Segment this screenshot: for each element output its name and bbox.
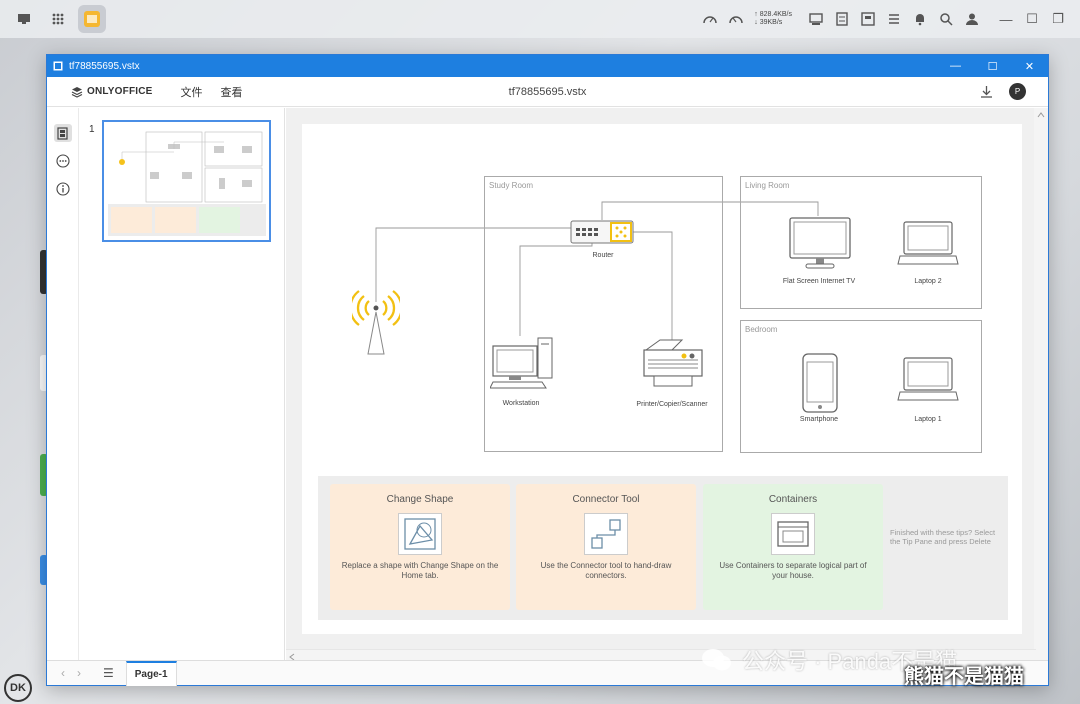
printer-label: Printer/Copier/Scanner: [636, 401, 708, 408]
network-speed: ↑ 828.4KB/s ↓ 39KB/s: [754, 11, 792, 27]
diagram-page[interactable]: Study Room Living Room Bedroom Router Wo…: [302, 124, 1022, 634]
left-toolbar: [47, 108, 79, 662]
ram-gauge-icon[interactable]: [728, 11, 744, 27]
download-speed: ↓ 39KB/s: [754, 19, 783, 26]
corner-logo: DK: [4, 674, 32, 702]
desktop-show-icon[interactable]: [10, 5, 38, 33]
window-titlebar: tf78855695.vstx — ☐ ✕: [47, 55, 1048, 77]
logo-icon: [71, 86, 83, 98]
scroll-up-arrow[interactable]: [1034, 108, 1048, 122]
router-icon[interactable]: [570, 219, 636, 247]
window-app-icon: [53, 61, 63, 71]
laptop-1-label: Laptop 1: [914, 416, 942, 423]
container-study-room[interactable]: Study Room: [484, 176, 723, 452]
laptop-2-label: Laptop 2: [914, 278, 942, 285]
onlyoffice-logo: ONLYOFFICE: [71, 86, 153, 98]
desktop-taskbar: ↑ 828.4KB/s ↓ 39KB/s — ☐ ❐: [0, 0, 1080, 38]
cpu-gauge-icon[interactable]: [702, 11, 718, 27]
onlyoffice-window: tf78855695.vstx — ☐ ✕ ONLYOFFICE 文件 查看 t…: [46, 54, 1049, 686]
tip-pane-hint: Finished with these tips? Select the Tip…: [890, 528, 996, 546]
logo-text: ONLYOFFICE: [87, 86, 153, 97]
tip-connector-tool[interactable]: Connector Tool Use the Connector tool to…: [516, 484, 696, 610]
laptop-2-icon[interactable]: [896, 220, 960, 272]
desktop-minimize-icon[interactable]: —: [998, 11, 1014, 27]
router-label: Router: [592, 252, 614, 259]
tip-title: Containers: [768, 494, 818, 505]
bell-icon[interactable]: [912, 11, 928, 27]
prev-page-icon[interactable]: ‹: [61, 666, 65, 680]
window-maximize-button[interactable]: ☐: [974, 55, 1011, 77]
menu-file[interactable]: 文件: [181, 84, 203, 100]
tip-title: Connector Tool: [572, 494, 640, 505]
page-list-icon[interactable]: ☰: [103, 666, 114, 680]
smartphone-label: Smartphone: [799, 416, 839, 423]
app-grid-icon[interactable]: [44, 5, 72, 33]
menu-view[interactable]: 查看: [221, 84, 243, 100]
tip-title: Change Shape: [386, 494, 454, 505]
page-tab[interactable]: Page-1: [125, 660, 177, 686]
desktop-restore-icon[interactable]: ☐: [1024, 11, 1040, 27]
wechat-icon: [702, 649, 731, 671]
search-icon[interactable]: [938, 11, 954, 27]
user-icon[interactable]: [964, 11, 980, 27]
smartphone-icon[interactable]: [800, 352, 840, 416]
laptop-1-icon[interactable]: [896, 356, 960, 408]
window-title: tf78855695.vstx: [69, 60, 140, 72]
avatar[interactable]: P: [1009, 83, 1026, 100]
thumbnail-preview: [108, 131, 266, 236]
comments-icon[interactable]: [54, 152, 72, 170]
window-close-button[interactable]: ✕: [1011, 55, 1048, 77]
wifi-antenna-icon[interactable]: [352, 286, 400, 356]
tip-containers[interactable]: Containers Use Containers to separate lo…: [703, 484, 883, 610]
room-label: Bedroom: [745, 325, 778, 334]
tip-text: Replace a shape with Change Shape on the…: [341, 561, 499, 580]
info-icon[interactable]: [54, 180, 72, 198]
download-icon[interactable]: [980, 85, 993, 98]
tip-change-shape[interactable]: Change Shape Replace a shape with Change…: [330, 484, 510, 610]
thumbnails-icon[interactable]: [53, 124, 72, 142]
printer-icon[interactable]: [640, 336, 706, 392]
next-page-icon[interactable]: ›: [77, 666, 81, 680]
thumbnails-panel: 1: [79, 108, 285, 662]
storage-icon[interactable]: [834, 11, 850, 27]
task-list-icon[interactable]: [886, 11, 902, 27]
tv-label: Flat Screen Internet TV: [782, 278, 856, 285]
room-label: Study Room: [489, 181, 534, 190]
workstation-label: Workstation: [502, 400, 540, 407]
room-label: Living Room: [745, 181, 790, 190]
resource-monitor-icon[interactable]: [860, 11, 876, 27]
window-minimize-button[interactable]: —: [937, 55, 974, 77]
diagram-canvas[interactable]: Study Room Living Room Bedroom Router Wo…: [286, 108, 1034, 649]
monitor-icon[interactable]: [808, 11, 824, 27]
vertical-scrollbar[interactable]: [1034, 108, 1048, 662]
watermark-overlay: 熊猫不是猫猫: [904, 666, 1024, 688]
page-thumbnail[interactable]: [102, 120, 271, 242]
thumbnail-page-number: 1: [89, 124, 95, 135]
app-header: ONLYOFFICE 文件 查看 tf78855695.vstx P: [47, 77, 1048, 107]
change-shape-icon: [398, 513, 442, 555]
tip-text: Use Containers to separate logical part …: [719, 561, 867, 580]
tip-pane[interactable]: Change Shape Replace a shape with Change…: [318, 476, 1008, 620]
containers-icon: [771, 513, 815, 555]
tip-text: Use the Connector tool to hand-draw conn…: [540, 561, 672, 580]
upload-speed: ↑ 828.4KB/s: [754, 11, 792, 18]
desktop-restore-down-icon[interactable]: ❐: [1050, 11, 1066, 27]
onlyoffice-taskbar-icon[interactable]: [78, 5, 106, 33]
tv-icon[interactable]: [788, 216, 852, 272]
workstation-icon[interactable]: [490, 336, 556, 392]
connector-tool-icon: [584, 513, 628, 555]
